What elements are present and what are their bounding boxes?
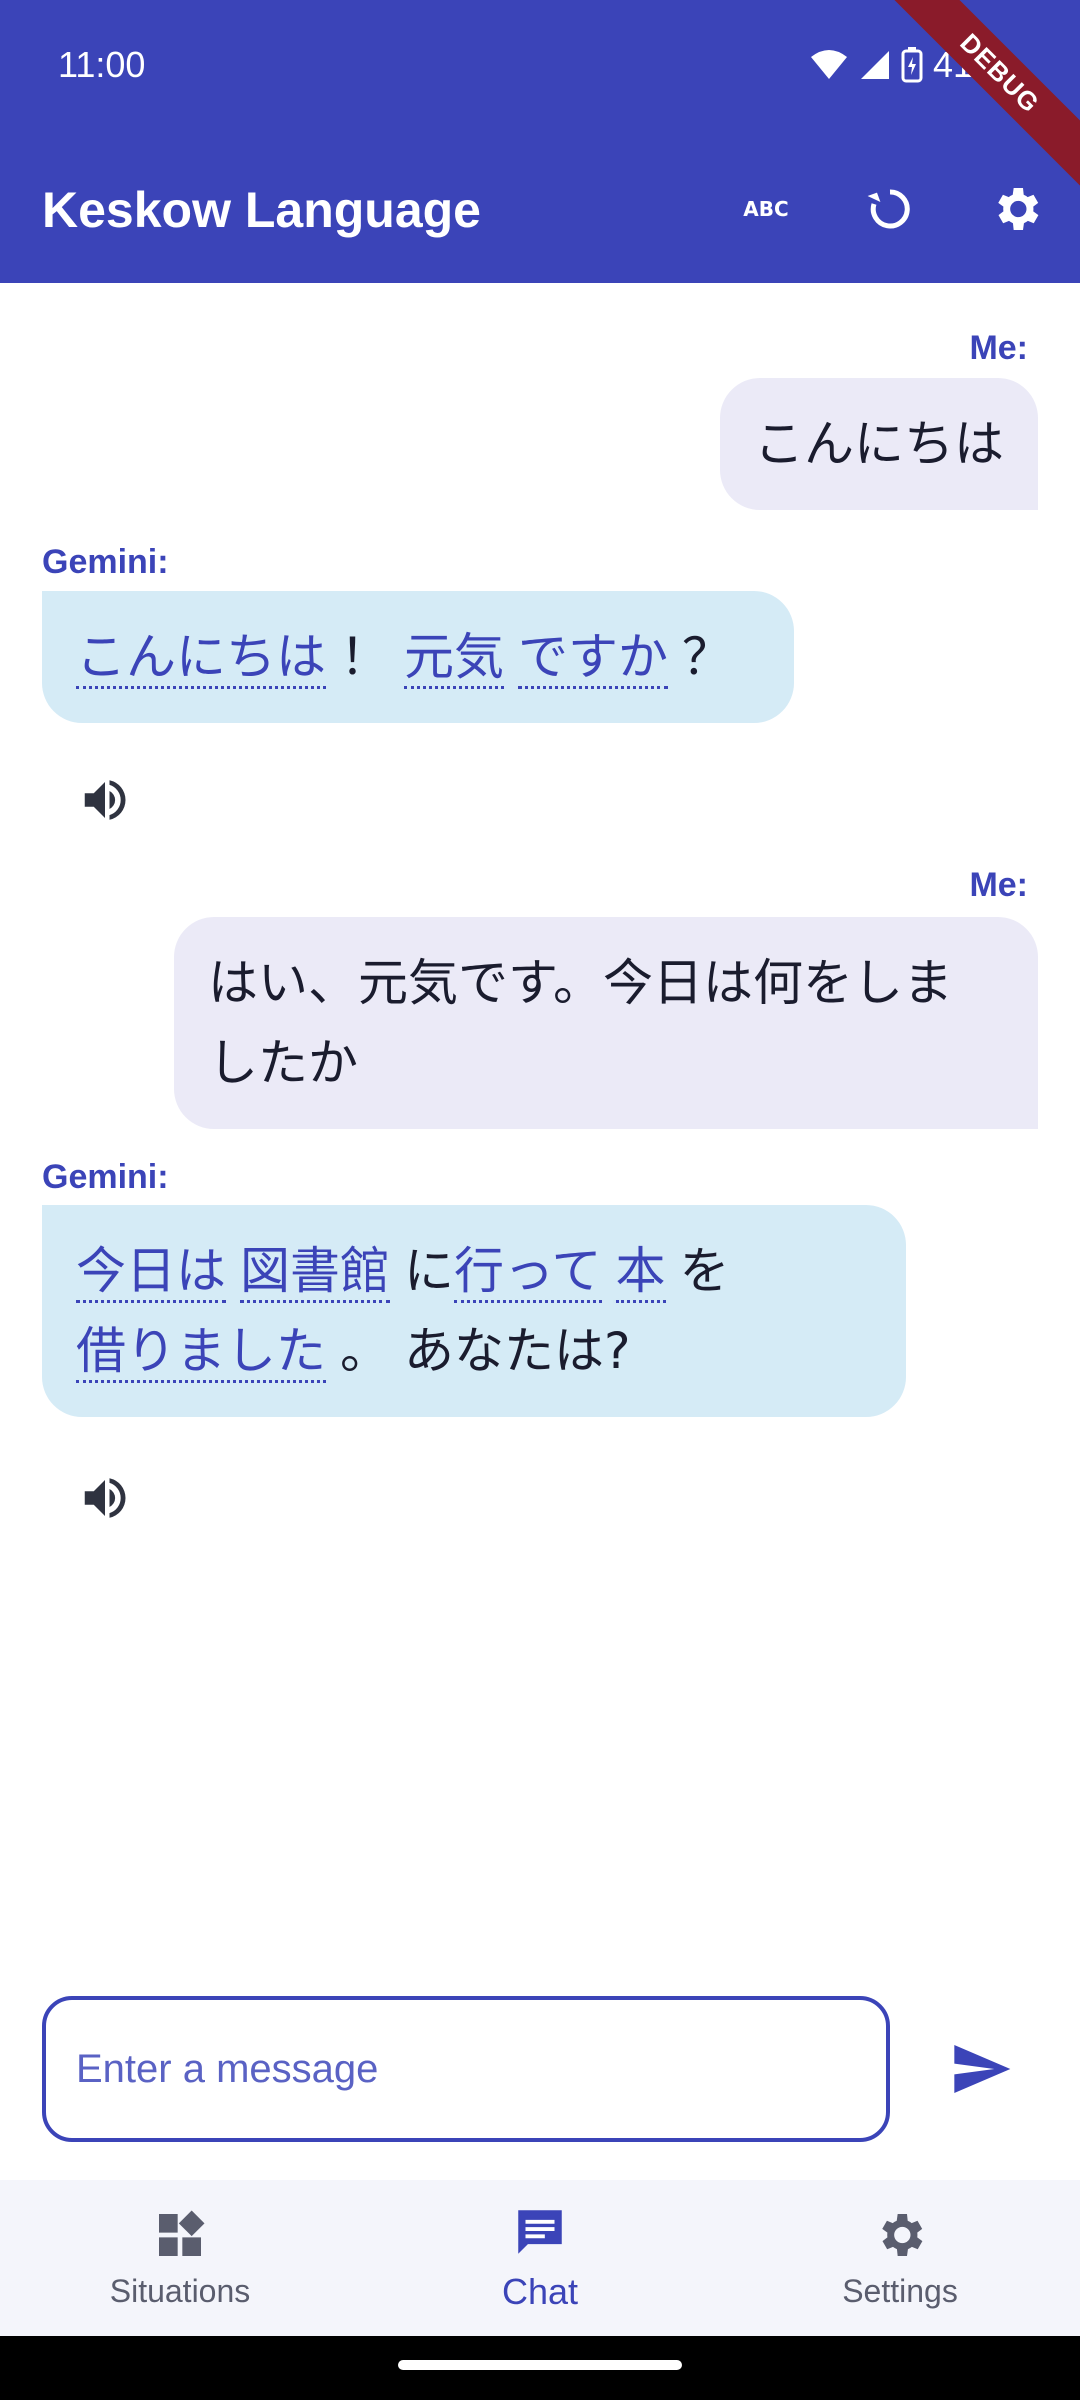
message-text: こんにちは bbox=[754, 415, 1004, 473]
word-link[interactable]: 行って bbox=[454, 1242, 602, 1303]
send-icon bbox=[954, 2045, 1011, 2093]
sender-label: Me: bbox=[969, 866, 1028, 904]
gemini-message-bubble: こんにちは！元気 ですか？ bbox=[42, 591, 794, 723]
message-text-line: はい、元気です。今日は何をしま bbox=[208, 954, 953, 1012]
gear-icon bbox=[998, 188, 1039, 230]
play-audio-button[interactable] bbox=[70, 1463, 140, 1533]
sender-label: Gemini: bbox=[42, 1158, 169, 1196]
punctuation: 。 bbox=[340, 1322, 390, 1380]
nav-label: Chat bbox=[501, 2271, 579, 2312]
bottom-navigation: Situations Chat Settings bbox=[0, 2180, 1080, 2336]
home-gesture-handle[interactable] bbox=[398, 2360, 682, 2370]
word-link[interactable]: 図書館 bbox=[240, 1242, 390, 1303]
app-title: Keskow Language bbox=[42, 182, 481, 238]
refresh-icon bbox=[867, 189, 910, 229]
my-message-bubble: はい、元気です。今日は何をしま したか bbox=[174, 917, 1038, 1129]
nav-label: Settings bbox=[842, 2272, 958, 2309]
wifi-icon bbox=[810, 50, 847, 79]
message-composer bbox=[0, 1980, 1080, 2180]
message-input[interactable] bbox=[42, 1996, 890, 2142]
send-button[interactable] bbox=[936, 2024, 1026, 2114]
word-link[interactable]: こんにちは bbox=[76, 628, 326, 689]
signal-icon bbox=[860, 51, 889, 79]
nav-item-chat[interactable]: Chat bbox=[360, 2180, 720, 2336]
refresh-button[interactable] bbox=[852, 171, 928, 247]
message-text-line: したか bbox=[208, 1034, 358, 1092]
word-link[interactable]: 元気 bbox=[404, 628, 504, 689]
status-time: 11:00 bbox=[58, 44, 146, 85]
settings-button[interactable] bbox=[978, 171, 1054, 247]
particle: に bbox=[404, 1242, 454, 1300]
gear-icon bbox=[882, 2213, 923, 2256]
my-message-bubble: こんにちは bbox=[720, 378, 1038, 510]
word-link[interactable]: ですか bbox=[518, 628, 668, 689]
abc-icon: ABC bbox=[743, 197, 788, 221]
battery-icon bbox=[901, 47, 923, 83]
word-link[interactable]: 借りました bbox=[76, 1322, 326, 1383]
nav-item-situations[interactable]: Situations bbox=[0, 2180, 360, 2336]
particle: を bbox=[679, 1242, 730, 1300]
gemini-message-bubble: 今日は 図書館 に行って本を借りました。あなたは? bbox=[42, 1205, 906, 1417]
word-link[interactable]: 本 bbox=[615, 1242, 666, 1303]
chat-icon bbox=[518, 2210, 562, 2254]
punctuation: ？ bbox=[682, 628, 732, 686]
speaker-icon bbox=[84, 1478, 126, 1518]
nav-label: Situations bbox=[109, 2272, 251, 2309]
sender-label: Me: bbox=[969, 329, 1028, 367]
widgets-icon bbox=[159, 2210, 205, 2256]
svg-text:ABC: ABC bbox=[743, 197, 788, 221]
message-text: あなたは? bbox=[404, 1322, 631, 1380]
play-audio-button[interactable] bbox=[70, 765, 140, 835]
punctuation: ！ bbox=[340, 628, 390, 686]
word-link[interactable]: 今日は bbox=[76, 1242, 226, 1303]
nav-item-settings[interactable]: Settings bbox=[720, 2180, 1080, 2336]
spellcheck-button[interactable]: ABC bbox=[728, 171, 804, 247]
sender-label: Gemini: bbox=[42, 543, 169, 581]
speaker-icon bbox=[84, 780, 126, 820]
app-bar: Keskow Language ABC bbox=[0, 135, 1080, 283]
gesture-navigation-bar bbox=[0, 2336, 1080, 2400]
